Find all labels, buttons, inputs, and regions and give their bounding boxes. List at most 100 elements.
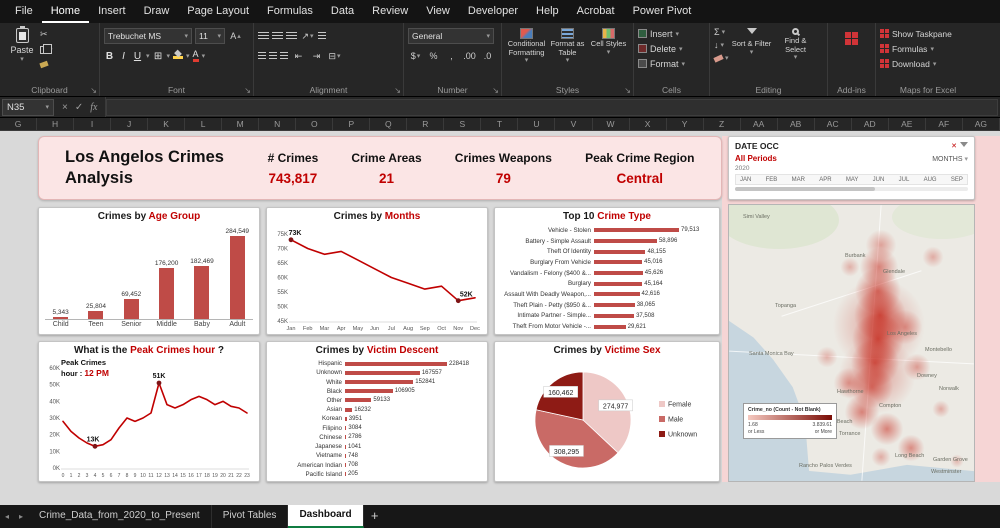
slicer-month-jul[interactable]: JUL bbox=[899, 177, 910, 183]
clear-filter-icon[interactable]: ✕ bbox=[951, 142, 957, 150]
sheet-tab-pivot-tables[interactable]: Pivot Tables bbox=[212, 505, 289, 528]
column-header-AG[interactable]: AG bbox=[963, 118, 1000, 130]
column-header-AD[interactable]: AD bbox=[852, 118, 889, 130]
align-top-icon[interactable] bbox=[258, 32, 269, 40]
number-format-select[interactable]: General ▾ bbox=[408, 28, 494, 44]
find-select-button[interactable]: Find & Select ▾ bbox=[775, 26, 817, 64]
column-header-Y[interactable]: Y bbox=[667, 118, 704, 130]
bold-button[interactable]: B bbox=[104, 51, 115, 62]
align-bottom-icon[interactable] bbox=[286, 32, 297, 40]
sort-filter-button[interactable]: Sort & Filter ▾ bbox=[731, 26, 773, 64]
column-header-W[interactable]: W bbox=[593, 118, 630, 130]
ribbon-tab-draw[interactable]: Draw bbox=[135, 0, 179, 23]
ribbon-tab-data[interactable]: Data bbox=[322, 0, 363, 23]
conditional-formatting-button[interactable]: Conditional Formatting ▾ bbox=[506, 26, 547, 65]
decrease-indent-icon[interactable]: ⇤ bbox=[291, 49, 306, 64]
dialog-launcher-icon[interactable]: ↘ bbox=[90, 86, 97, 95]
slicer-month-may[interactable]: MAY bbox=[846, 177, 859, 183]
align-left-icon[interactable] bbox=[258, 52, 266, 60]
slicer-month-jan[interactable]: JAN bbox=[740, 177, 751, 183]
font-color-button[interactable]: A bbox=[192, 50, 199, 62]
clear-button[interactable]: ▾ bbox=[713, 52, 729, 64]
column-header-O[interactable]: O bbox=[296, 118, 334, 130]
next-sheet-icon[interactable]: ▸ bbox=[14, 505, 28, 528]
column-header-AB[interactable]: AB bbox=[778, 118, 815, 130]
column-header-AA[interactable]: AA bbox=[741, 118, 778, 130]
ribbon-tab-acrobat[interactable]: Acrobat bbox=[568, 0, 624, 23]
format-painter-button[interactable] bbox=[39, 58, 53, 71]
slicer-month-aug[interactable]: AUG bbox=[924, 177, 937, 183]
chart-card-months[interactable]: Crimes by Months 45K 50K 55K 60K 65K 70K 75K Ja… bbox=[266, 207, 488, 335]
dialog-launcher-icon[interactable]: ↘ bbox=[624, 86, 631, 95]
crime-heat-map[interactable]: Simi Valley Burbank Glendale Topanga Santa M… bbox=[728, 204, 975, 482]
column-header-H[interactable]: H bbox=[37, 118, 75, 130]
cell-styles-button[interactable]: Cell Styles ▾ bbox=[588, 26, 629, 65]
chart-card-top10[interactable]: Top 10 Crime Type Vehicle - Stolen 79,513… bbox=[494, 207, 720, 335]
ribbon-tab-review[interactable]: Review bbox=[363, 0, 417, 23]
insert-cells-button[interactable]: Insert ▾ bbox=[638, 26, 705, 41]
ribbon-tab-insert[interactable]: Insert bbox=[89, 0, 135, 23]
borders-button[interactable]: ⊞ bbox=[153, 51, 164, 62]
fill-color-icon[interactable] bbox=[173, 53, 184, 59]
ribbon-tab-file[interactable]: File bbox=[6, 0, 42, 23]
sheet-tab-dashboard[interactable]: Dashboard bbox=[288, 505, 364, 528]
copy-button[interactable]: ▾ bbox=[40, 43, 53, 56]
align-center-icon[interactable] bbox=[269, 52, 277, 60]
column-header-AF[interactable]: AF bbox=[926, 118, 963, 130]
cancel-icon[interactable]: × bbox=[62, 102, 68, 113]
ribbon-tab-view[interactable]: View bbox=[417, 0, 459, 23]
column-header-G[interactable]: G bbox=[0, 118, 38, 130]
increase-decimal-button[interactable]: .00 bbox=[462, 49, 477, 64]
column-header-Z[interactable]: Z bbox=[704, 118, 741, 130]
wrap-text-icon[interactable] bbox=[318, 32, 326, 40]
enter-icon[interactable]: ✓ bbox=[75, 102, 83, 113]
slicer-month-jun[interactable]: JUN bbox=[873, 177, 885, 183]
format-as-table-button[interactable]: Format as Table ▾ bbox=[547, 26, 588, 65]
chart-card-victim-sex[interactable]: Crimes by Victime Sex 274,977 308,295 160,… bbox=[494, 341, 720, 482]
column-header-Q[interactable]: Q bbox=[370, 118, 408, 130]
increase-font-button[interactable]: A ▴ bbox=[228, 29, 243, 44]
currency-format-button[interactable]: $ ▾ bbox=[408, 49, 423, 64]
maps-download-button[interactable]: Download ▾ bbox=[880, 56, 976, 71]
merge-center-icon[interactable]: ⊟ ▾ bbox=[327, 49, 342, 64]
column-header-P[interactable]: P bbox=[333, 118, 371, 130]
delete-cells-button[interactable]: Delete ▾ bbox=[638, 41, 705, 56]
column-header-AE[interactable]: AE bbox=[889, 118, 926, 130]
slicer-month-mar[interactable]: MAR bbox=[792, 177, 805, 183]
paste-button[interactable]: Paste ▾ bbox=[4, 26, 40, 71]
ribbon-tab-power-pivot[interactable]: Power Pivot bbox=[624, 0, 701, 23]
column-header-AC[interactable]: AC bbox=[815, 118, 852, 130]
ribbon-tab-help[interactable]: Help bbox=[527, 0, 568, 23]
column-header-S[interactable]: S bbox=[444, 118, 482, 130]
cut-button[interactable]: ✂ bbox=[40, 28, 53, 41]
column-header-M[interactable]: M bbox=[222, 118, 260, 130]
add-sheet-button[interactable]: + bbox=[364, 505, 386, 528]
percent-format-button[interactable]: % bbox=[426, 49, 441, 64]
comma-format-button[interactable]: , bbox=[444, 49, 459, 64]
column-header-I[interactable]: I bbox=[74, 118, 112, 130]
sheet-tab-crime-data-from-2020-to-present[interactable]: Crime_Data_from_2020_to_Present bbox=[28, 505, 212, 528]
font-name-select[interactable]: Trebuchet MS ▾ bbox=[104, 28, 192, 44]
ribbon-tab-page-layout[interactable]: Page Layout bbox=[178, 0, 258, 23]
scrollbar-thumb[interactable] bbox=[735, 187, 875, 191]
column-header-T[interactable]: T bbox=[481, 118, 519, 130]
slicer-month-apr[interactable]: APR bbox=[819, 177, 831, 183]
underline-button[interactable]: U bbox=[132, 51, 143, 62]
format-cells-button[interactable]: Format ▾ bbox=[638, 56, 705, 71]
align-right-icon[interactable] bbox=[280, 52, 288, 60]
decrease-decimal-button[interactable]: .0 bbox=[480, 49, 495, 64]
ribbon-tab-developer[interactable]: Developer bbox=[459, 0, 527, 23]
prev-sheet-icon[interactable]: ◂ bbox=[0, 505, 14, 528]
align-middle-icon[interactable] bbox=[272, 32, 283, 40]
chart-card-peak-hour[interactable]: What is the Peak Crimes hour ? 0K 10K 20K 3… bbox=[38, 341, 260, 482]
dialog-launcher-icon[interactable]: ↘ bbox=[244, 86, 251, 95]
column-header-N[interactable]: N bbox=[259, 118, 297, 130]
slicer-level-select[interactable]: MONTHS ▾ bbox=[932, 155, 968, 163]
chart-card-age-group[interactable]: Crimes by Age Group 5,343 Child 25,804 Teen… bbox=[38, 207, 260, 335]
font-size-select[interactable]: 11 ▾ bbox=[195, 28, 225, 44]
slicer-scrollbar[interactable] bbox=[735, 187, 968, 191]
column-header-R[interactable]: R bbox=[407, 118, 445, 130]
increase-indent-icon[interactable]: ⇥ bbox=[309, 49, 324, 64]
dialog-launcher-icon[interactable]: ↘ bbox=[492, 86, 499, 95]
column-header-J[interactable]: J bbox=[111, 118, 149, 130]
